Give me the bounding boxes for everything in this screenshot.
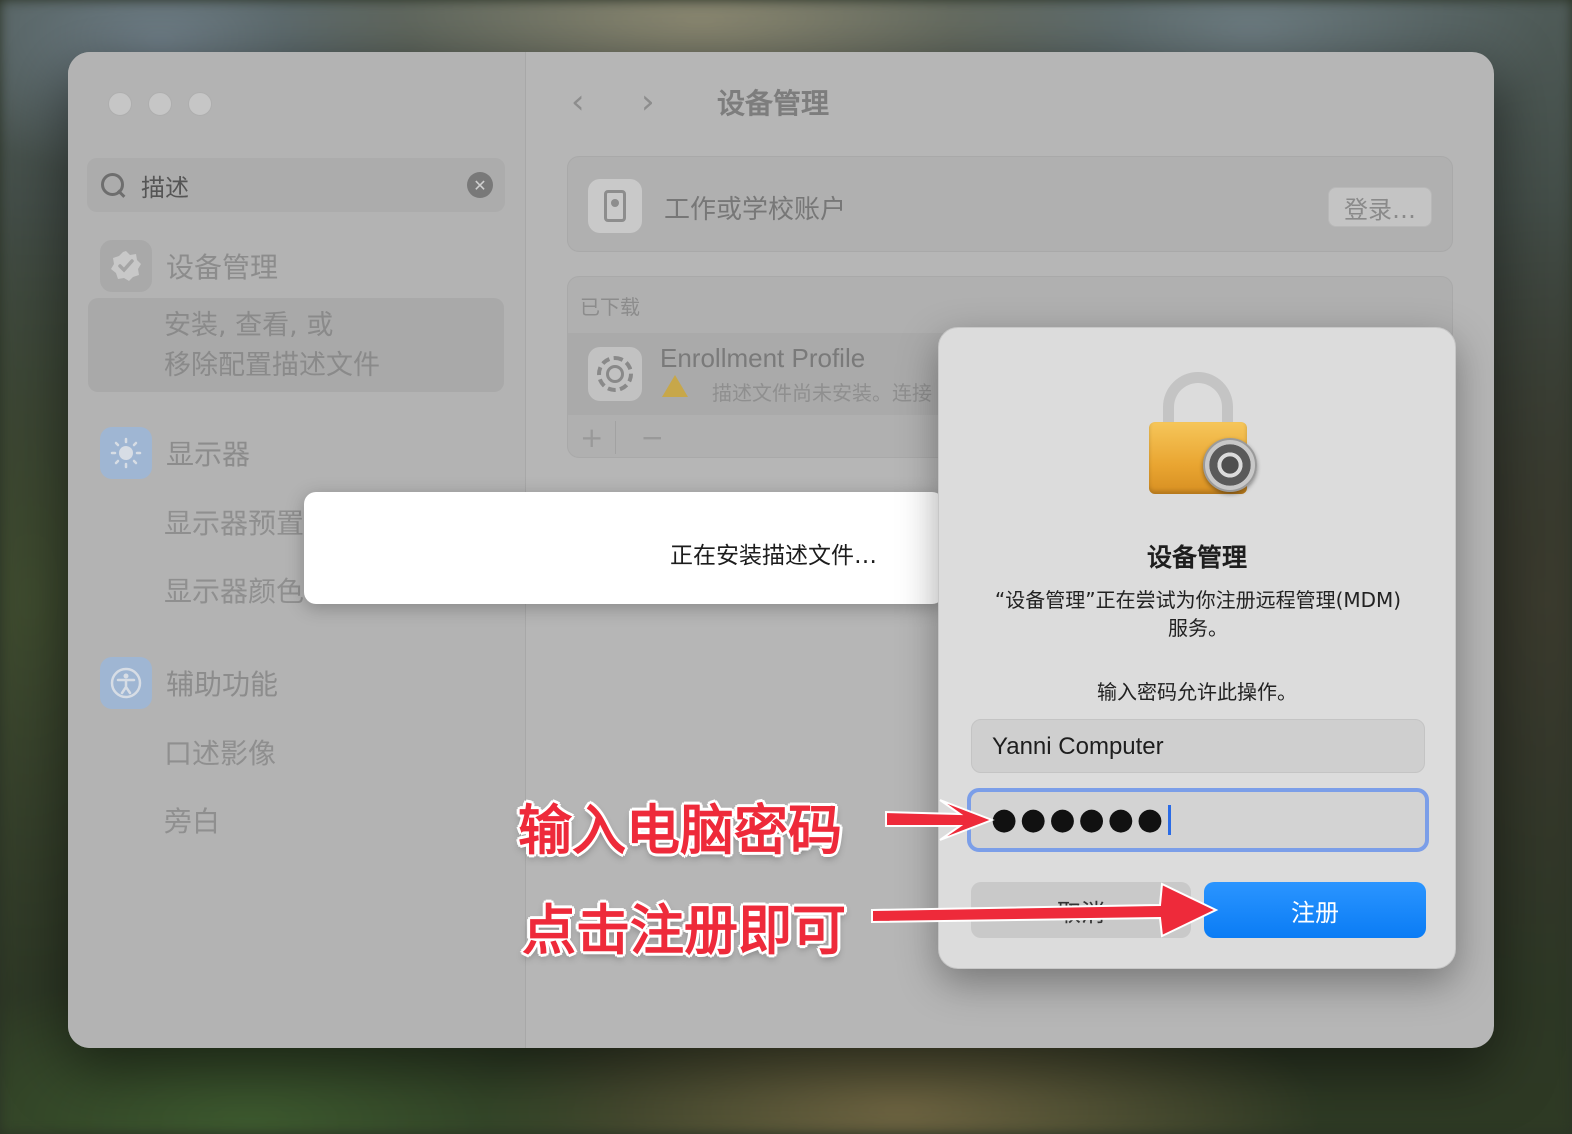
- page-title: 设备管理: [717, 87, 830, 120]
- register-button[interactable]: 注册: [1204, 882, 1426, 938]
- password-field[interactable]: ●●●●●●: [967, 788, 1429, 852]
- window-controls: [108, 92, 212, 116]
- forward-button[interactable]: ›: [641, 82, 711, 122]
- dialog-title: 设备管理: [1146, 543, 1247, 572]
- back-button[interactable]: ‹: [571, 82, 641, 122]
- sidebar-item-label: 设备管理: [166, 251, 279, 284]
- device-management-check-icon: [100, 240, 152, 292]
- settings-gear-icon: [588, 347, 642, 401]
- warning-icon: [662, 375, 688, 397]
- sidebar-item-device-management[interactable]: 设备管理: [100, 240, 278, 292]
- brightness-icon: [100, 427, 152, 479]
- zoom-window-button[interactable]: [188, 92, 212, 116]
- magnifier-icon: [99, 171, 127, 199]
- search-field[interactable]: 描述 ✕: [87, 158, 505, 212]
- annotation-enter-password: 输入电脑密码: [518, 799, 842, 862]
- result-line: 安装, 查看, 或: [164, 310, 334, 341]
- account-card: 工作或学校账户 登录…: [567, 156, 1453, 252]
- sidebar-item-label: 辅助功能: [166, 668, 279, 701]
- cancel-button[interactable]: 取消: [971, 882, 1191, 938]
- text-caret: [1168, 805, 1172, 835]
- sidebar-item-displays[interactable]: 显示器: [100, 427, 250, 479]
- dialog-prompt: 输入密码允许此操作。: [1097, 680, 1297, 704]
- toolbar: ‹ › 设备管理: [571, 82, 829, 122]
- account-label: 工作或学校账户: [664, 195, 847, 225]
- remove-button[interactable]: −: [640, 421, 663, 454]
- id-badge-icon: [588, 179, 642, 233]
- login-button[interactable]: 登录…: [1328, 187, 1432, 227]
- search-result-profiles[interactable]: 安装, 查看, 或 移除配置描述文件: [88, 298, 504, 392]
- search-result-display-presets[interactable]: 显示器预置: [164, 502, 304, 542]
- dialog-message: “设备管理”正在尝试为你注册远程管理(MDM)服务。: [994, 588, 1402, 640]
- clear-icon[interactable]: ✕: [467, 172, 493, 198]
- minimize-window-button[interactable]: [148, 92, 172, 116]
- search-result-display-color[interactable]: 显示器颜色: [164, 570, 304, 610]
- accessibility-icon: [100, 657, 152, 709]
- install-progress-sheet: 正在安装描述文件…: [304, 492, 944, 604]
- auth-dialog: 设备管理 “设备管理”正在尝试为你注册远程管理(MDM)服务。 输入密码允许此操…: [938, 327, 1456, 969]
- progress-text: 正在安装描述文件…: [670, 543, 877, 569]
- sidebar-item-accessibility[interactable]: 辅助功能: [100, 657, 278, 709]
- sidebar-item-label: 显示器: [166, 438, 251, 471]
- result-line: 移除配置描述文件: [164, 350, 380, 381]
- profile-status: 描述文件尚未安装。连接: [712, 381, 932, 405]
- username-field[interactable]: Yanni Computer: [971, 719, 1425, 773]
- search-input[interactable]: 描述: [141, 168, 467, 203]
- add-remove-controls: + −: [580, 421, 664, 454]
- password-mask: ●●●●●●: [991, 802, 1167, 837]
- search-result-audio-descriptions[interactable]: 口述影像: [164, 732, 276, 772]
- section-header: 已下载: [580, 295, 640, 319]
- lock-gear-icon: [1149, 372, 1259, 496]
- annotation-click-register: 点击注册即可: [522, 899, 846, 962]
- search-result-voiceover[interactable]: 旁白: [164, 800, 220, 840]
- profile-name: Enrollment Profile: [660, 343, 866, 373]
- add-button[interactable]: +: [580, 421, 617, 454]
- close-window-button[interactable]: [108, 92, 132, 116]
